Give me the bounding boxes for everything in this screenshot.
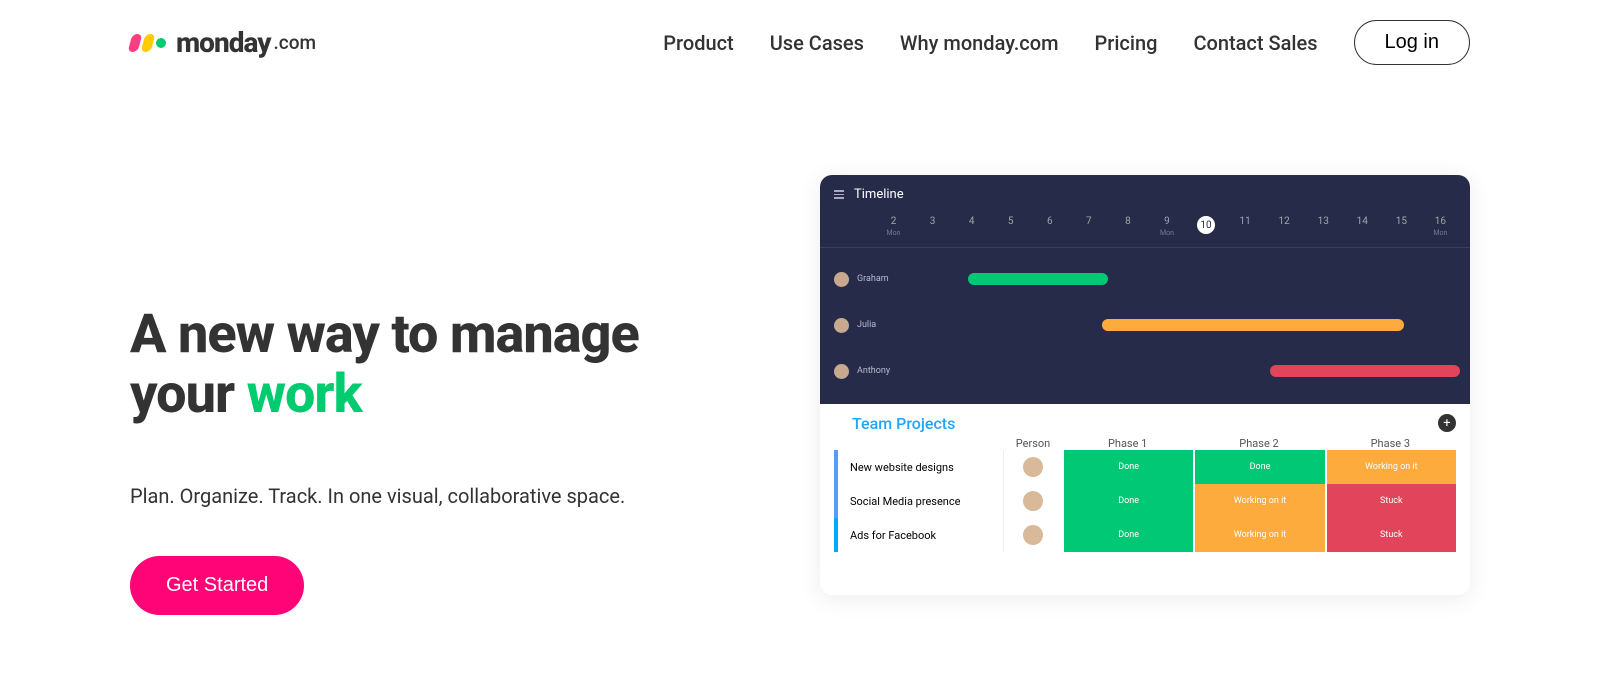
logo-marks-icon [130, 34, 166, 52]
timeline-row: Julia [834, 302, 1460, 348]
task-cell: Social Media presence [834, 484, 1004, 518]
nav-pricing[interactable]: Pricing [1095, 31, 1158, 55]
hero-section: A new way to manage your work Plan. Orga… [0, 195, 1600, 615]
timeline-bar[interactable] [1102, 319, 1404, 331]
nav-why-monday[interactable]: Why monday.com [900, 31, 1059, 55]
status-cell[interactable]: Done [1195, 450, 1324, 484]
row-color-strip [834, 450, 838, 484]
logo-text: monday [176, 26, 271, 59]
logo-suffix: .com [274, 31, 317, 54]
col-phase-3: Phase 3 [1325, 437, 1456, 450]
avatar [1023, 491, 1043, 511]
nav-contact-sales[interactable]: Contact Sales [1193, 31, 1317, 55]
timeline-day: 12 [1265, 216, 1304, 237]
avatar [834, 318, 849, 333]
timeline-day: 3 [913, 216, 952, 237]
projects-title: Team Projects [834, 414, 1456, 433]
hero-subtitle: Plan. Organize. Track. In one visual, co… [130, 484, 750, 508]
projects-table: + Team Projects Person Phase 1 Phase 2 P… [820, 404, 1470, 570]
col-person: Person [1004, 437, 1062, 450]
timeline-row-name: Julia [857, 320, 897, 330]
timeline-row: Anthony [834, 348, 1460, 394]
timeline-day: 7 [1069, 216, 1108, 237]
timeline-day: 13 [1304, 216, 1343, 237]
timeline-day: 5 [991, 216, 1030, 237]
row-color-strip [834, 518, 838, 552]
hero-title-prefix: your [130, 363, 247, 426]
timeline-row: Graham [834, 256, 1460, 302]
nav-use-cases[interactable]: Use Cases [770, 31, 864, 55]
timeline-day: 14 [1343, 216, 1382, 237]
product-preview-card: Timeline 2Mon3456789Mon10111213141516Mon… [820, 175, 1470, 595]
timeline-bar[interactable] [1270, 365, 1460, 377]
task-name: Social Media presence [850, 495, 960, 508]
primary-nav: Product Use Cases Why monday.com Pricing… [663, 20, 1470, 65]
table-row[interactable]: Ads for Facebook DoneWorking on itStuck [834, 518, 1456, 552]
timeline-day: 11 [1226, 216, 1265, 237]
col-phase-1: Phase 1 [1062, 437, 1193, 450]
timeline-track [901, 273, 1460, 285]
timeline-row-name: Graham [857, 274, 897, 284]
hero-title-line1: A new way to manage [130, 303, 639, 366]
hamburger-icon[interactable] [834, 190, 844, 199]
task-cell: New website designs [834, 450, 1004, 484]
timeline-day: 16Mon [1421, 216, 1460, 237]
table-row[interactable]: New website designsDoneDoneWorking on it [834, 450, 1456, 484]
person-cell[interactable] [1004, 484, 1062, 518]
task-name: New website designs [850, 461, 954, 474]
timeline-row-name: Anthony [857, 366, 897, 376]
timeline-day: 4 [952, 216, 991, 237]
status-cell[interactable]: Working on it [1327, 450, 1456, 484]
projects-header-row: Person Phase 1 Phase 2 Phase 3 [834, 437, 1456, 450]
status-cell[interactable]: Working on it [1195, 518, 1324, 552]
table-row[interactable]: Social Media presence DoneWorking on itSt… [834, 484, 1456, 518]
nav-product[interactable]: Product [663, 31, 733, 55]
timeline-day-scale: 2Mon3456789Mon10111213141516Mon [820, 210, 1470, 248]
hero-copy: A new way to manage your work Plan. Orga… [130, 195, 750, 615]
timeline-day: 9Mon [1147, 216, 1186, 237]
timeline-bar[interactable] [968, 273, 1108, 285]
login-button[interactable]: Log in [1354, 20, 1471, 65]
timeline-day: 2Mon [874, 216, 913, 237]
timeline-day: 10 [1187, 216, 1226, 237]
row-color-strip [834, 484, 838, 518]
status-cell[interactable]: Done [1064, 484, 1193, 518]
add-column-button[interactable]: + [1438, 414, 1456, 432]
timeline-track [901, 319, 1460, 331]
avatar [834, 272, 849, 287]
timeline-day: 15 [1382, 216, 1421, 237]
status-cell[interactable]: Done [1064, 450, 1193, 484]
timeline-day: 8 [1108, 216, 1147, 237]
status-cell[interactable]: Stuck [1327, 484, 1456, 518]
status-cell[interactable]: Done [1064, 518, 1193, 552]
task-cell: Ads for Facebook [834, 518, 1004, 552]
status-cell[interactable]: Stuck [1327, 518, 1456, 552]
avatar [1023, 525, 1043, 545]
timeline-rows: Graham Julia Anthony [820, 248, 1470, 394]
status-cell[interactable]: Working on it [1195, 484, 1324, 518]
person-cell[interactable] [1004, 518, 1062, 552]
col-phase-2: Phase 2 [1193, 437, 1324, 450]
timeline-track [901, 365, 1460, 377]
get-started-button[interactable]: Get Started [130, 556, 304, 615]
avatar [1023, 457, 1043, 477]
hero-title: A new way to manage your work [130, 305, 750, 426]
task-name: Ads for Facebook [850, 529, 936, 542]
timeline-day: 6 [1030, 216, 1069, 237]
timeline-title: Timeline [854, 187, 904, 202]
person-cell[interactable] [1004, 450, 1062, 484]
top-navbar: monday .com Product Use Cases Why monday… [0, 0, 1600, 65]
brand-logo[interactable]: monday .com [130, 26, 316, 59]
hero-title-highlight: work [247, 363, 362, 426]
timeline-panel: Timeline 2Mon3456789Mon10111213141516Mon… [820, 175, 1470, 404]
avatar [834, 364, 849, 379]
